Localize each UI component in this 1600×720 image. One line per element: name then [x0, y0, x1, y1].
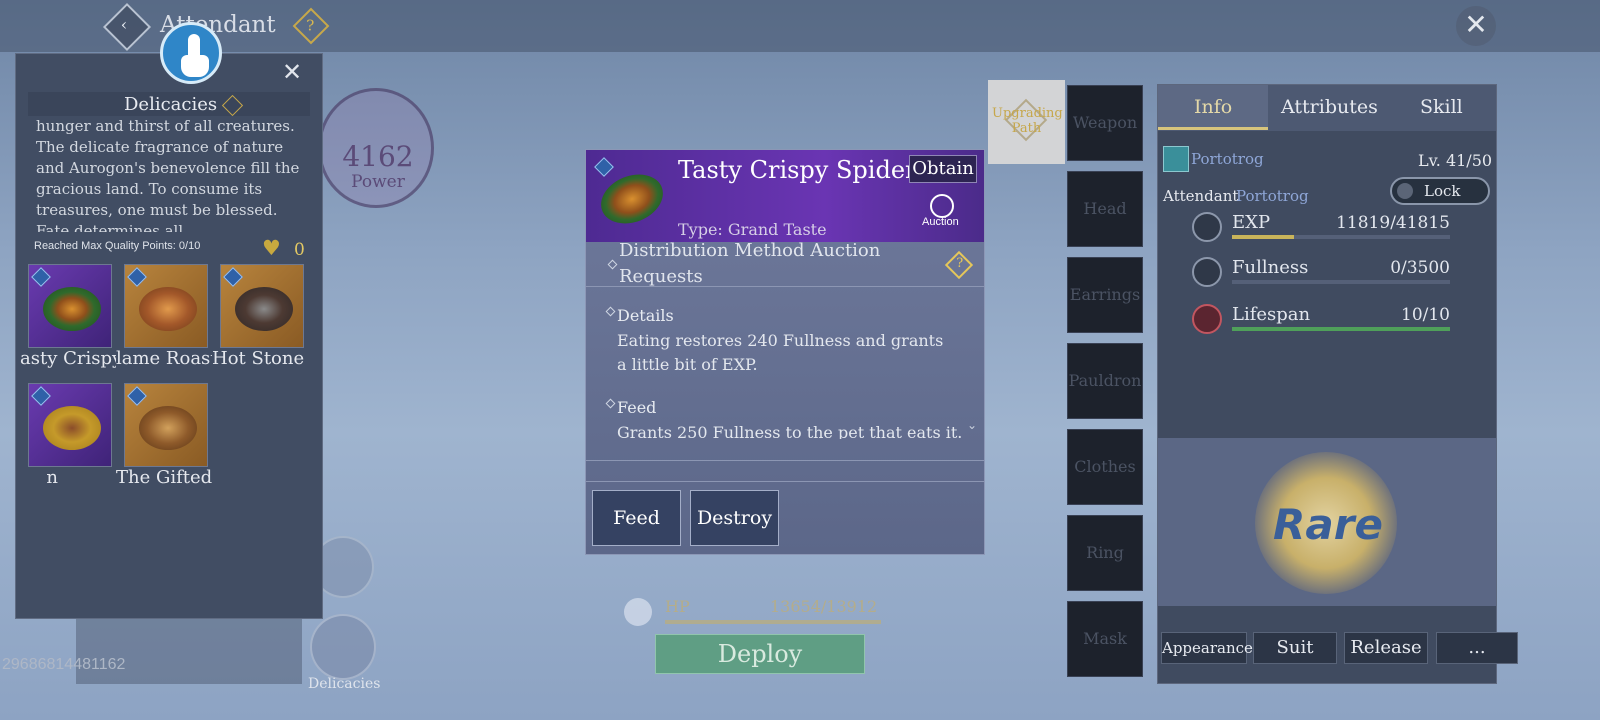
rarity-gem-icon: [223, 267, 243, 287]
attendant-name: Portotrog: [1236, 187, 1309, 205]
heart-count: 0: [294, 240, 305, 260]
rarity-text: Rare: [1273, 500, 1383, 549]
tab-skill[interactable]: Skill: [1420, 96, 1463, 118]
item-name: Tasty Crispy Spider: [678, 156, 917, 184]
soup-dish-icon: [43, 406, 101, 450]
stat-lifespan-label: Lifespan: [1232, 304, 1311, 325]
delicacy-label-5: The Gifted: [116, 467, 212, 488]
rarity-gem-icon: [31, 386, 51, 406]
upgrading-path-button[interactable]: Upgrading Path: [988, 80, 1065, 164]
stat-fullness-value: 0/3500: [1390, 258, 1450, 278]
equip-slot-ring[interactable]: Ring: [1067, 515, 1143, 591]
heart-icon: [1192, 304, 1222, 334]
delicacy-slot-5[interactable]: [124, 383, 208, 467]
auction-icon[interactable]: [930, 194, 954, 218]
equip-slot-pauldron[interactable]: Pauldron: [1067, 343, 1143, 419]
power-label: Power: [351, 172, 405, 192]
divider: [586, 481, 984, 482]
fullness-icon: [1192, 257, 1222, 287]
distribution-method: Distribution Method Auction Requests: [619, 240, 881, 287]
equip-slot-clothes[interactable]: Clothes: [1067, 429, 1143, 505]
release-button[interactable]: Release: [1344, 632, 1428, 664]
question-icon: ?: [956, 256, 964, 272]
exp-icon: [1192, 212, 1222, 242]
stat-fullness-label: Fullness: [1232, 257, 1309, 278]
scroll-down-icon[interactable]: ⌄: [967, 418, 977, 432]
delicacies-button[interactable]: [310, 614, 376, 680]
stat-lifespan-fill: [1232, 327, 1450, 331]
hp-value: 13654/13912: [770, 597, 878, 616]
stat-exp-bar: [1232, 235, 1450, 239]
tab-info[interactable]: Info: [1194, 96, 1232, 118]
delicacies-close-button[interactable]: ✕: [282, 58, 302, 86]
equip-slot-mask[interactable]: Mask: [1067, 601, 1143, 677]
tab-attributes[interactable]: Attributes: [1281, 96, 1378, 118]
hp-drop-icon: [624, 598, 652, 626]
rarity-gem-icon: [31, 267, 51, 287]
obtain-button[interactable]: Obtain: [909, 155, 977, 183]
quality-points-text: Reached Max Quality Points: 0/10: [34, 240, 201, 252]
delicacy-label-3: Hot Stone I: [212, 348, 308, 369]
delicacy-label-4: n: [46, 467, 58, 488]
destroy-button[interactable]: Destroy: [690, 490, 779, 546]
details-title: Details: [617, 306, 674, 325]
question-icon: ?: [306, 16, 315, 35]
upgrading-path-label: Upgrading Path: [992, 106, 1063, 136]
delicacy-slot-2[interactable]: [124, 264, 208, 348]
stat-lifespan-value: 10/10: [1401, 305, 1450, 325]
roast-dish-icon: [139, 287, 197, 331]
power-value: 4162: [342, 140, 414, 173]
player-id: 29686814481162: [2, 656, 126, 673]
deploy-button[interactable]: Deploy: [655, 634, 865, 674]
tap-hand-icon: [160, 22, 222, 84]
delicacy-label-1: asty Crispy: [20, 348, 116, 369]
divider: [586, 286, 984, 287]
suit-button[interactable]: Suit: [1253, 632, 1337, 664]
delicacy-slot-1[interactable]: [28, 264, 112, 348]
delicacy-slot-4[interactable]: [28, 383, 112, 467]
hp-bar: [665, 620, 881, 624]
stat-lifespan-bar: [1232, 327, 1450, 331]
tab-active-indicator: [1158, 127, 1268, 130]
feed-button[interactable]: Feed: [592, 490, 681, 546]
delicacies-title: Delicacies: [124, 94, 218, 115]
equip-slot-weapon[interactable]: Weapon: [1067, 85, 1143, 161]
pet-name: Portotrog: [1191, 150, 1264, 168]
hand-palm: [181, 55, 209, 77]
auction-label: Auction: [922, 216, 959, 228]
lock-label: Lock: [1424, 182, 1461, 200]
delicacy-slot-3[interactable]: [220, 264, 304, 348]
hot-stone-dish-icon: [235, 287, 293, 331]
attendant-label: Attendant: [1163, 187, 1239, 205]
details-text: Eating restores 240 Fullness and grants …: [617, 331, 944, 374]
stat-exp-value: 11819/41815: [1336, 213, 1450, 233]
close-page-button[interactable]: ✕: [1456, 6, 1496, 46]
more-button[interactable]: ...: [1436, 632, 1518, 664]
pet-type-icon: [1163, 146, 1189, 172]
equip-slot-earrings[interactable]: Earrings: [1067, 257, 1143, 333]
feed-text: Grants 250 Fullness to the pet that eats…: [617, 423, 963, 439]
delicacy-label-2: lame Roast: [116, 348, 212, 369]
feed-title: Feed: [617, 398, 657, 417]
back-arrow-icon: ‹: [120, 15, 128, 35]
pet-level: Lv. 41/50: [1418, 151, 1493, 170]
rarity-gem-icon: [127, 386, 147, 406]
bowl-dish-icon: [139, 406, 197, 450]
rarity-gem-icon: [127, 267, 147, 287]
stat-exp-label: EXP: [1232, 212, 1271, 233]
delicacies-button-label: Delicacies: [308, 676, 381, 692]
delicacies-description: hunger and thirst of all creatures. The …: [36, 117, 300, 232]
spider-dish-icon: [43, 287, 101, 331]
appearance-button[interactable]: Appearance: [1161, 632, 1253, 664]
item-type: Type: Grand Taste: [678, 220, 827, 239]
stat-exp-fill: [1232, 235, 1294, 239]
hp-label: HP: [665, 597, 690, 616]
heart-icon: ♥: [262, 236, 281, 260]
stat-fullness-bar: [1232, 280, 1450, 284]
divider: [586, 460, 984, 461]
lock-toggle-knob: [1397, 183, 1413, 199]
equip-slot-head[interactable]: Head: [1067, 171, 1143, 247]
